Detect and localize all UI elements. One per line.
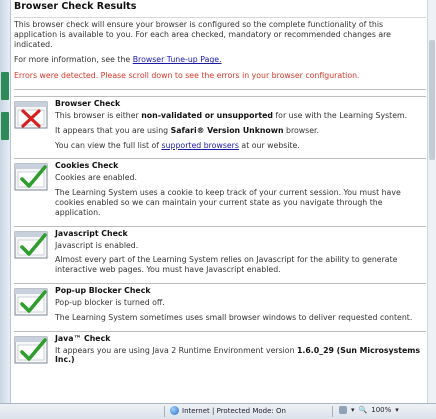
browser-detected-b: Safari® Version Unknown <box>170 125 284 135</box>
status-separator <box>332 406 333 417</box>
zoom-level[interactable]: 100% <box>371 406 391 414</box>
zoom-icon[interactable]: 🔍 <box>359 406 368 414</box>
window-left-edge <box>0 0 11 404</box>
check-status: Pop-up blocker is turned off. <box>55 297 165 307</box>
check-title: Javascript Check <box>55 228 128 238</box>
status-tools: ▾ 🔍 100% ▾ <box>339 406 399 414</box>
supported-suffix: at our website. <box>238 140 300 150</box>
checkmark-window-icon <box>14 231 48 259</box>
check-status: Cookies are enabled. <box>55 173 137 183</box>
supported-prefix: You can view the full list of <box>55 140 162 150</box>
protected-mode-icon[interactable] <box>339 406 347 414</box>
page-content: Browser Check Results This browser check… <box>14 0 426 404</box>
java-version-prefix: It appears you are using Java 2 Runtime … <box>55 345 297 355</box>
java-version-line: It appears you are using Java 2 Runtime … <box>55 346 426 366</box>
browser-detected-line: It appears that you are using Safari® Ve… <box>55 126 426 136</box>
status-bar: Internet | Protected Mode: On ▾ 🔍 100% ▾ <box>0 403 436 419</box>
more-info-prefix: For more information, see the <box>14 55 133 65</box>
supported-browsers-line: You can view the full list of supported … <box>55 141 426 151</box>
check-title: Pop-up Blocker Check <box>55 285 151 295</box>
check-description: The Learning System sometimes uses small… <box>55 312 413 322</box>
supported-browsers-link[interactable]: supported browsers <box>162 141 239 150</box>
left-edge-marker <box>1 72 9 100</box>
intro-divider <box>14 88 426 90</box>
heading-bar: Browser Check Results <box>14 0 426 18</box>
vertical-scrollbar[interactable] <box>427 0 436 404</box>
globe-icon <box>170 406 179 415</box>
checkmark-window-icon <box>14 288 48 316</box>
status-separator <box>164 406 165 417</box>
check-title: Browser Check <box>55 98 121 108</box>
security-zone[interactable]: Internet | Protected Mode: On <box>170 406 286 415</box>
check-cookies: Cookies Check Cookies are enabled. The L… <box>14 158 426 217</box>
check-popup-blocker: Pop-up Blocker Check Pop-up blocker is t… <box>14 282 426 323</box>
check-java: Java™ Check It appears you are using Jav… <box>14 330 426 368</box>
check-title: Cookies Check <box>55 161 119 171</box>
intro-section: This browser check will ensure your brow… <box>14 20 426 81</box>
check-browser: Browser Check This browser is either non… <box>14 95 426 151</box>
check-description: Almost every part of the Learning System… <box>55 255 398 275</box>
scrollbar-thumb[interactable] <box>429 40 435 160</box>
more-info-line: For more information, see the Browser Tu… <box>14 55 426 65</box>
browser-tuneup-link[interactable]: Browser Tune-up Page. <box>133 55 222 64</box>
checkmark-window-icon <box>14 336 48 364</box>
check-status: Javascript is enabled. <box>55 240 139 250</box>
browser-status-a: This browser is either <box>55 110 142 120</box>
errors-message: Errors were detected. Please scroll down… <box>14 71 360 81</box>
browser-status-b: non-validated or unsupported <box>141 110 273 120</box>
dropdown-chevron-icon[interactable]: ▾ <box>351 406 355 414</box>
browser-status-c: for use with the Learning System. <box>272 110 408 120</box>
security-zone-label: Internet | Protected Mode: On <box>182 406 286 415</box>
page-title: Browser Check Results <box>14 1 137 12</box>
zoom-chevron-icon[interactable]: ▾ <box>395 406 399 414</box>
browser-detected-c: browser. <box>283 125 319 135</box>
browser-status-line: This browser is either non-validated or … <box>55 111 426 121</box>
heading-rule <box>14 17 426 18</box>
check-description: The Learning System uses a cookie to kee… <box>55 188 401 217</box>
check-title: Java™ Check <box>55 333 111 343</box>
intro-text: This browser check will ensure your brow… <box>14 20 391 49</box>
fail-window-icon <box>14 101 48 129</box>
browser-detected-a: It appears that you are using <box>55 125 171 135</box>
left-edge-marker <box>1 112 9 140</box>
check-javascript: Javascript Check Javascript is enabled. … <box>14 225 426 275</box>
checkmark-window-icon <box>14 163 48 191</box>
